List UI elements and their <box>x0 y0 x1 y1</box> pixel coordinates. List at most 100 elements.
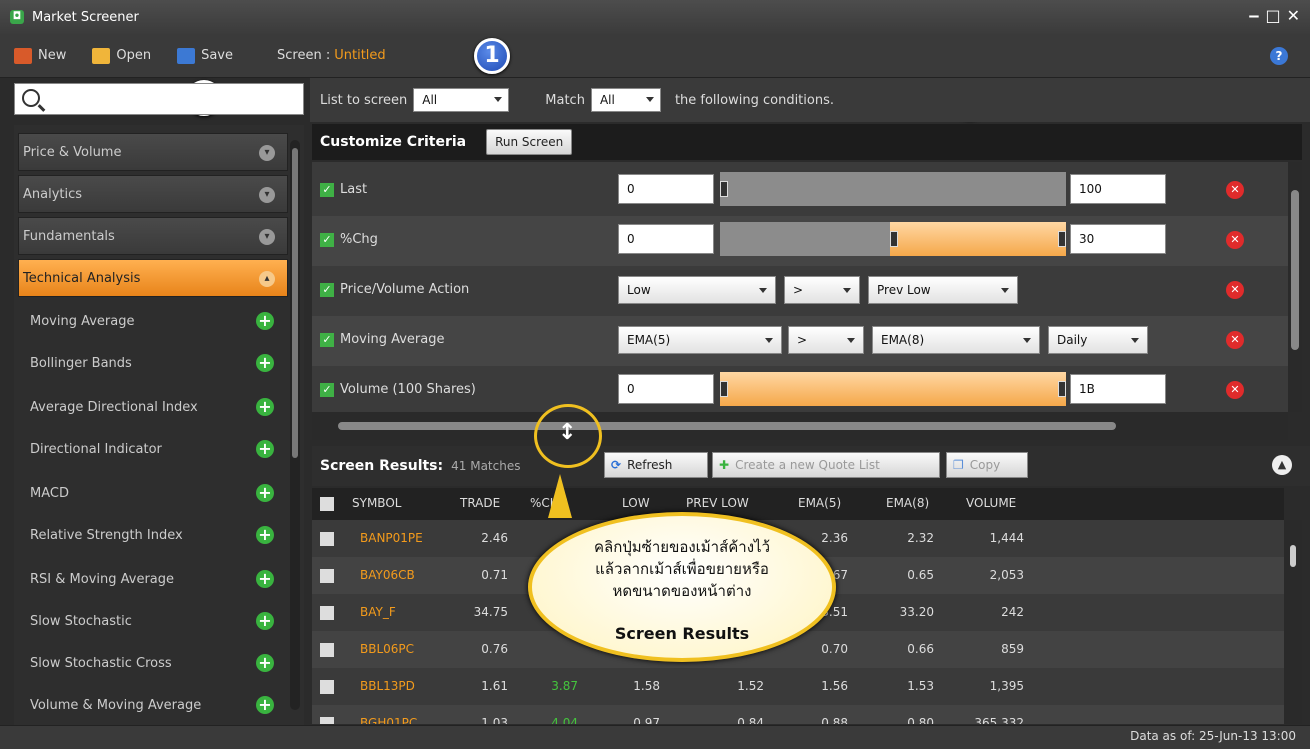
run-screen-button[interactable]: Run Screen <box>486 129 573 155</box>
max-field[interactable]: 100 <box>1070 174 1166 204</box>
range-slider[interactable] <box>720 372 1066 406</box>
sidebar-item-rsi[interactable]: Relative Strength Index + <box>30 515 274 555</box>
sidebar-item-adx[interactable]: Average Directional Index + <box>30 387 274 427</box>
table-row[interactable]: BGH01PC 1.03 4.04 0.97 0.84 0.88 0.80 365,332 <box>312 705 1284 724</box>
field-dropdown[interactable]: Low <box>618 276 776 304</box>
max-field[interactable]: 30 <box>1070 224 1166 254</box>
add-icon[interactable]: + <box>256 570 274 588</box>
min-field[interactable]: 0 <box>618 374 714 404</box>
minimize-button[interactable]: ‒ <box>1248 6 1259 25</box>
refresh-button[interactable]: ⟳ Refresh <box>604 452 708 478</box>
range-min-handle[interactable] <box>890 231 898 247</box>
add-icon[interactable]: + <box>256 440 274 458</box>
sidebar-item-bollinger-bands[interactable]: Bollinger Bands + <box>30 343 274 383</box>
category-analytics[interactable]: Analytics ▾ <box>18 175 288 213</box>
column-header-symbol[interactable]: SYMBOL <box>352 496 401 510</box>
select-all-checkbox[interactable] <box>320 497 334 511</box>
compare-dropdown[interactable]: Prev Low <box>868 276 1018 304</box>
criteria-scroll-thumb[interactable] <box>1291 190 1299 350</box>
sidebar-item-volume-moving-average[interactable]: Volume & Moving Average + <box>30 685 274 725</box>
add-icon[interactable]: + <box>256 484 274 502</box>
table-cell-symbol[interactable]: BBL13PD <box>360 679 415 693</box>
checkbox[interactable]: ✓ <box>320 383 334 397</box>
remove-criteria-icon[interactable]: ✕ <box>1226 231 1244 249</box>
row-checkbox[interactable] <box>320 569 334 583</box>
sidebar-item-moving-average[interactable]: Moving Average + <box>30 301 274 341</box>
category-technical-analysis[interactable]: Technical Analysis ▴ <box>18 259 288 297</box>
sidebar-item-macd[interactable]: MACD + <box>30 473 274 513</box>
period-dropdown[interactable]: Daily <box>1048 326 1148 354</box>
remove-criteria-icon[interactable]: ✕ <box>1226 331 1244 349</box>
sidebar-item-rsi-moving-average[interactable]: RSI & Moving Average + <box>30 559 274 599</box>
resize-vertical-icon[interactable]: ↕ <box>558 420 576 445</box>
column-header-trade[interactable]: TRADE <box>460 496 500 510</box>
results-scroll-thumb[interactable] <box>1290 545 1296 567</box>
dropdown-value: > <box>793 283 804 297</box>
range-slider[interactable] <box>720 222 1066 256</box>
table-row[interactable]: BBL13PD 1.61 3.87 1.58 1.52 1.56 1.53 1,395 <box>312 668 1284 705</box>
max-field[interactable]: 1B <box>1070 374 1166 404</box>
remove-criteria-icon[interactable]: ✕ <box>1226 181 1244 199</box>
min-field[interactable]: 0 <box>618 174 714 204</box>
table-cell-symbol[interactable]: BANP01PE <box>360 531 423 545</box>
table-cell-symbol[interactable]: BGH01PC <box>360 716 417 724</box>
table-cell-symbol[interactable]: BAY06CB <box>360 568 415 582</box>
field-dropdown[interactable]: EMA(5) <box>618 326 782 354</box>
column-header-volume[interactable]: VOLUME <box>966 496 1016 510</box>
compare-dropdown[interactable]: EMA(8) <box>872 326 1040 354</box>
checkbox[interactable]: ✓ <box>320 283 334 297</box>
maximize-button[interactable]: □ <box>1265 6 1280 25</box>
range-max-handle[interactable] <box>1058 231 1066 247</box>
table-cell-ema-8-: 0.66 <box>907 642 934 656</box>
save-button[interactable]: Save <box>177 47 233 64</box>
sidebar-scroll-thumb[interactable] <box>292 148 298 458</box>
copy-button[interactable]: ❐ Copy <box>946 452 1028 478</box>
column-header-low[interactable]: LOW <box>622 496 650 510</box>
sidebar-item-slow-stochastic-cross[interactable]: Slow Stochastic Cross + <box>30 643 274 683</box>
range-max-handle[interactable] <box>1058 381 1066 397</box>
sidebar-item-directional-indicator[interactable]: Directional Indicator + <box>30 429 274 469</box>
range-min-handle[interactable] <box>720 381 728 397</box>
add-icon[interactable]: + <box>256 354 274 372</box>
checkbox[interactable]: ✓ <box>320 183 334 197</box>
category-price-volume[interactable]: Price & Volume ▾ <box>18 133 288 171</box>
operator-dropdown[interactable]: > <box>784 276 860 304</box>
open-button[interactable]: Open <box>92 47 151 64</box>
row-checkbox[interactable] <box>320 717 334 724</box>
new-button[interactable]: New <box>14 47 66 64</box>
remove-criteria-icon[interactable]: ✕ <box>1226 381 1244 399</box>
table-cell-symbol[interactable]: BAY_F <box>360 605 396 619</box>
list-select-value: All <box>422 93 438 107</box>
criteria-horizontal-thumb[interactable] <box>338 422 1116 430</box>
range-slider[interactable] <box>720 172 1066 206</box>
help-icon[interactable]: ? <box>1270 47 1288 65</box>
row-checkbox[interactable] <box>320 643 334 657</box>
add-icon[interactable]: + <box>256 654 274 672</box>
add-icon[interactable]: + <box>256 526 274 544</box>
add-icon[interactable]: + <box>256 696 274 714</box>
min-field[interactable]: 0 <box>618 224 714 254</box>
list-to-screen-select[interactable]: All <box>413 88 510 112</box>
checkbox[interactable]: ✓ <box>320 333 334 347</box>
close-button[interactable]: ✕ <box>1287 6 1300 25</box>
column-header-prev-low[interactable]: PREV LOW <box>686 496 749 510</box>
checkbox[interactable]: ✓ <box>320 233 334 247</box>
column-header-ema8[interactable]: EMA(8) <box>886 496 929 510</box>
add-icon[interactable]: + <box>256 312 274 330</box>
row-checkbox[interactable] <box>320 606 334 620</box>
sidebar-item-slow-stochastic[interactable]: Slow Stochastic + <box>30 601 274 641</box>
row-checkbox[interactable] <box>320 680 334 694</box>
column-header-ema5[interactable]: EMA(5) <box>798 496 841 510</box>
match-select[interactable]: All <box>590 88 661 112</box>
add-icon[interactable]: + <box>256 612 274 630</box>
row-checkbox[interactable] <box>320 532 334 546</box>
add-icon[interactable]: + <box>256 398 274 416</box>
table-cell-symbol[interactable]: BBL06PC <box>360 642 414 656</box>
collapse-results-icon[interactable]: ▲ <box>1272 455 1292 475</box>
remove-criteria-icon[interactable]: ✕ <box>1226 281 1244 299</box>
range-max-handle[interactable] <box>720 181 728 197</box>
search-input[interactable] <box>14 83 304 115</box>
category-fundamentals[interactable]: Fundamentals ▾ <box>18 217 288 255</box>
operator-dropdown[interactable]: > <box>788 326 864 354</box>
create-quote-list-button[interactable]: ✚ Create a new Quote List <box>712 452 940 478</box>
